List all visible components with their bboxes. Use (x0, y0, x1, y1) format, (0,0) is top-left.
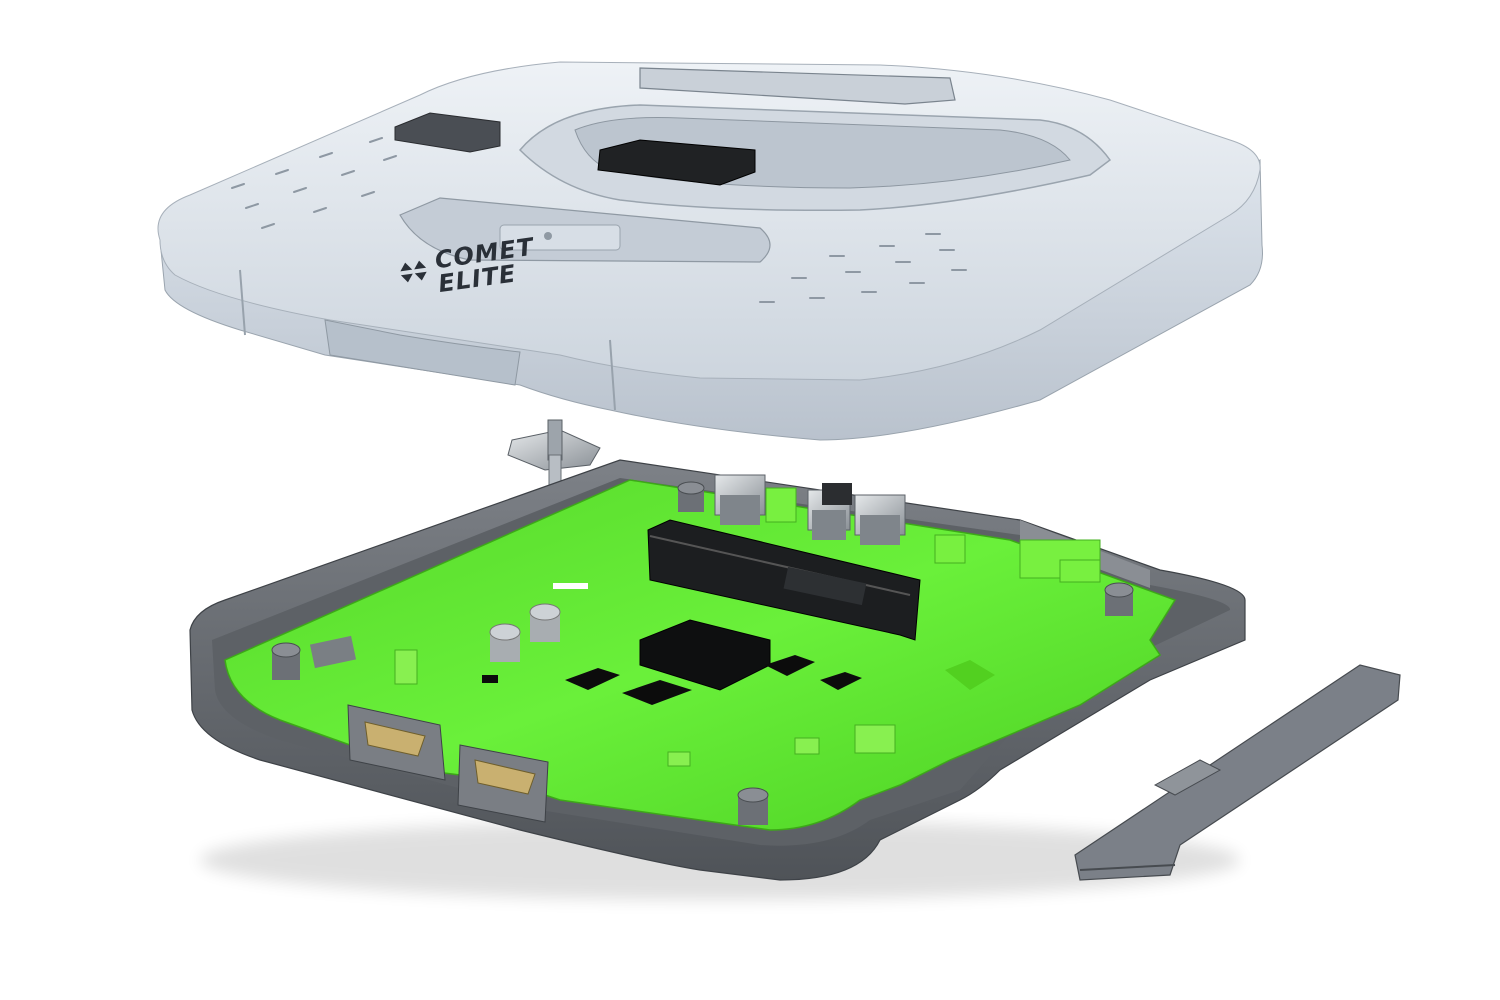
capacitor-2 (529, 603, 561, 642)
white-label (553, 583, 588, 589)
standoff-2 (737, 787, 769, 825)
side-cover-piece (1074, 664, 1401, 881)
av-connector-3 (854, 494, 906, 545)
standoff-3 (1104, 582, 1134, 616)
av-connector-1 (714, 474, 766, 525)
dc-jack (822, 483, 852, 505)
standoff-4 (677, 481, 705, 512)
switch-header (394, 649, 418, 685)
top-shell: COMET ELITE (157, 61, 1263, 441)
small-part-2 (854, 724, 896, 754)
switch-hole (544, 232, 552, 240)
capacitor-1 (489, 623, 521, 662)
small-part-3 (667, 751, 691, 767)
small-part-1 (794, 737, 820, 755)
exploded-view-render: COMET ELITE (157, 61, 1401, 900)
small-chip (482, 675, 498, 683)
standoff-1 (271, 642, 301, 680)
